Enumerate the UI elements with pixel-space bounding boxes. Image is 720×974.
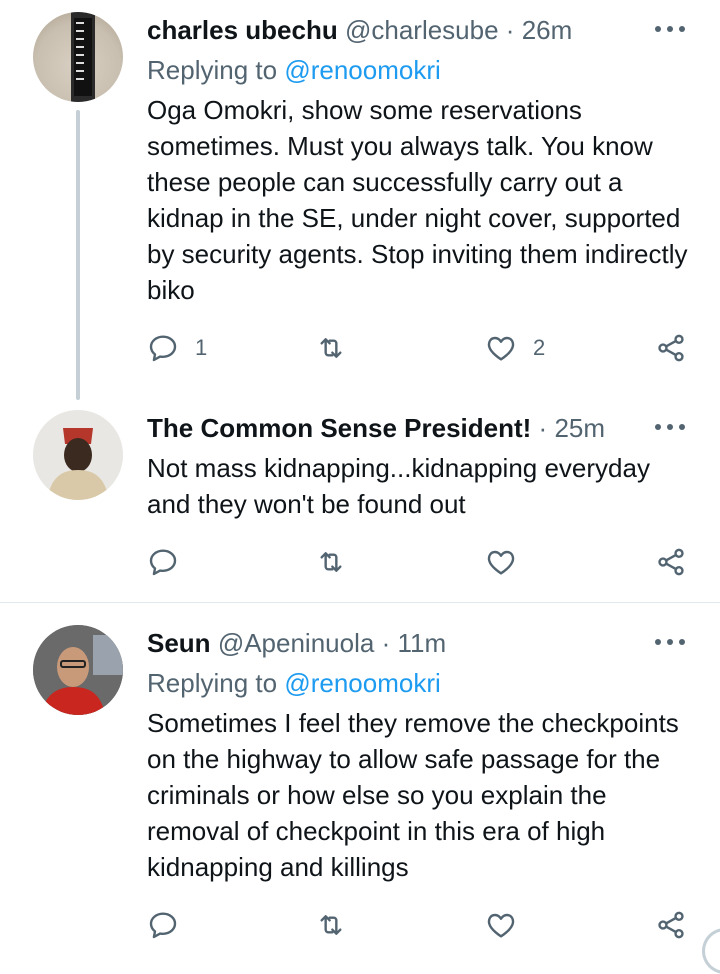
tweet-header: charles ubechu @charlesube · 26m: [147, 12, 620, 48]
like-button[interactable]: [485, 542, 517, 582]
replying-to-label: Replying to: [147, 668, 278, 698]
tweet[interactable]: charles ubechu @charlesube · 26m Replyin…: [0, 12, 720, 392]
replying-to: Replying to @renoomokri: [147, 665, 441, 701]
tweet[interactable]: Seun @Apeninuola · 11m Replying to @reno…: [0, 625, 720, 955]
reply-icon: [147, 332, 179, 364]
like-button[interactable]: [485, 905, 517, 945]
more-icon[interactable]: [655, 24, 685, 34]
author-handle[interactable]: @Apeninuola: [218, 628, 375, 658]
avatar-image: [71, 12, 95, 102]
separator-dot: ·: [505, 15, 515, 45]
timestamp[interactable]: 26m: [522, 15, 573, 45]
retweet-button[interactable]: [315, 542, 347, 582]
more-icon[interactable]: [655, 637, 685, 647]
retweet-button[interactable]: [315, 905, 347, 945]
timestamp[interactable]: 25m: [554, 413, 605, 443]
avatar[interactable]: [33, 625, 123, 715]
share-button[interactable]: [655, 905, 687, 945]
share-button[interactable]: [655, 542, 687, 582]
separator-dot: ·: [538, 413, 548, 443]
tweet-text: Not mass kidnapping...kidnapping everyda…: [147, 453, 650, 519]
retweet-icon: [315, 909, 347, 941]
like-button[interactable]: 2: [485, 328, 545, 368]
like-count: 2: [533, 335, 546, 360]
timestamp[interactable]: 11m: [397, 628, 446, 658]
author-name[interactable]: Seun: [147, 628, 211, 658]
tweet-actions: [147, 542, 692, 582]
retweet-icon: [315, 546, 347, 578]
tweet-text: Sometimes I feel they remove the checkpo…: [147, 708, 679, 882]
replying-to-label: Replying to: [147, 55, 278, 85]
share-button[interactable]: [655, 328, 687, 368]
tweet-actions: 1 2: [147, 328, 692, 368]
retweet-button[interactable]: [315, 328, 347, 368]
reply-button[interactable]: [147, 542, 179, 582]
more-icon[interactable]: [655, 422, 685, 432]
reply-icon: [147, 909, 179, 941]
reply-count: 1: [195, 335, 208, 360]
like-icon: [485, 546, 517, 578]
like-icon: [485, 909, 517, 941]
tweet-actions: [147, 905, 692, 945]
author-name[interactable]: charles ubechu: [147, 15, 338, 45]
tweet-text: Oga Omokri, show some reservations somet…: [147, 95, 688, 305]
author-handle[interactable]: @charlesube: [345, 15, 499, 45]
tweet-header: The Common Sense President! · 25m: [147, 410, 620, 446]
avatar-image: [33, 410, 123, 500]
share-icon: [655, 332, 687, 364]
retweet-icon: [315, 332, 347, 364]
avatar-image: [33, 625, 123, 715]
like-icon: [485, 332, 517, 364]
avatar[interactable]: [33, 410, 123, 500]
tweet[interactable]: The Common Sense President! · 25m Not ma…: [0, 410, 720, 590]
author-name[interactable]: The Common Sense President!: [147, 413, 531, 443]
mention-link[interactable]: @renoomokri: [284, 668, 440, 698]
reply-button[interactable]: 1: [147, 328, 207, 368]
avatar[interactable]: [33, 12, 123, 102]
tweet-header: Seun @Apeninuola · 11m: [147, 625, 620, 661]
reply-button[interactable]: [147, 905, 179, 945]
share-icon: [655, 546, 687, 578]
share-icon: [655, 909, 687, 941]
divider: [0, 602, 720, 603]
mention-link[interactable]: @renoomokri: [284, 55, 440, 85]
separator-dot: ·: [381, 628, 391, 658]
reply-icon: [147, 546, 179, 578]
replying-to: Replying to @renoomokri: [147, 52, 441, 88]
